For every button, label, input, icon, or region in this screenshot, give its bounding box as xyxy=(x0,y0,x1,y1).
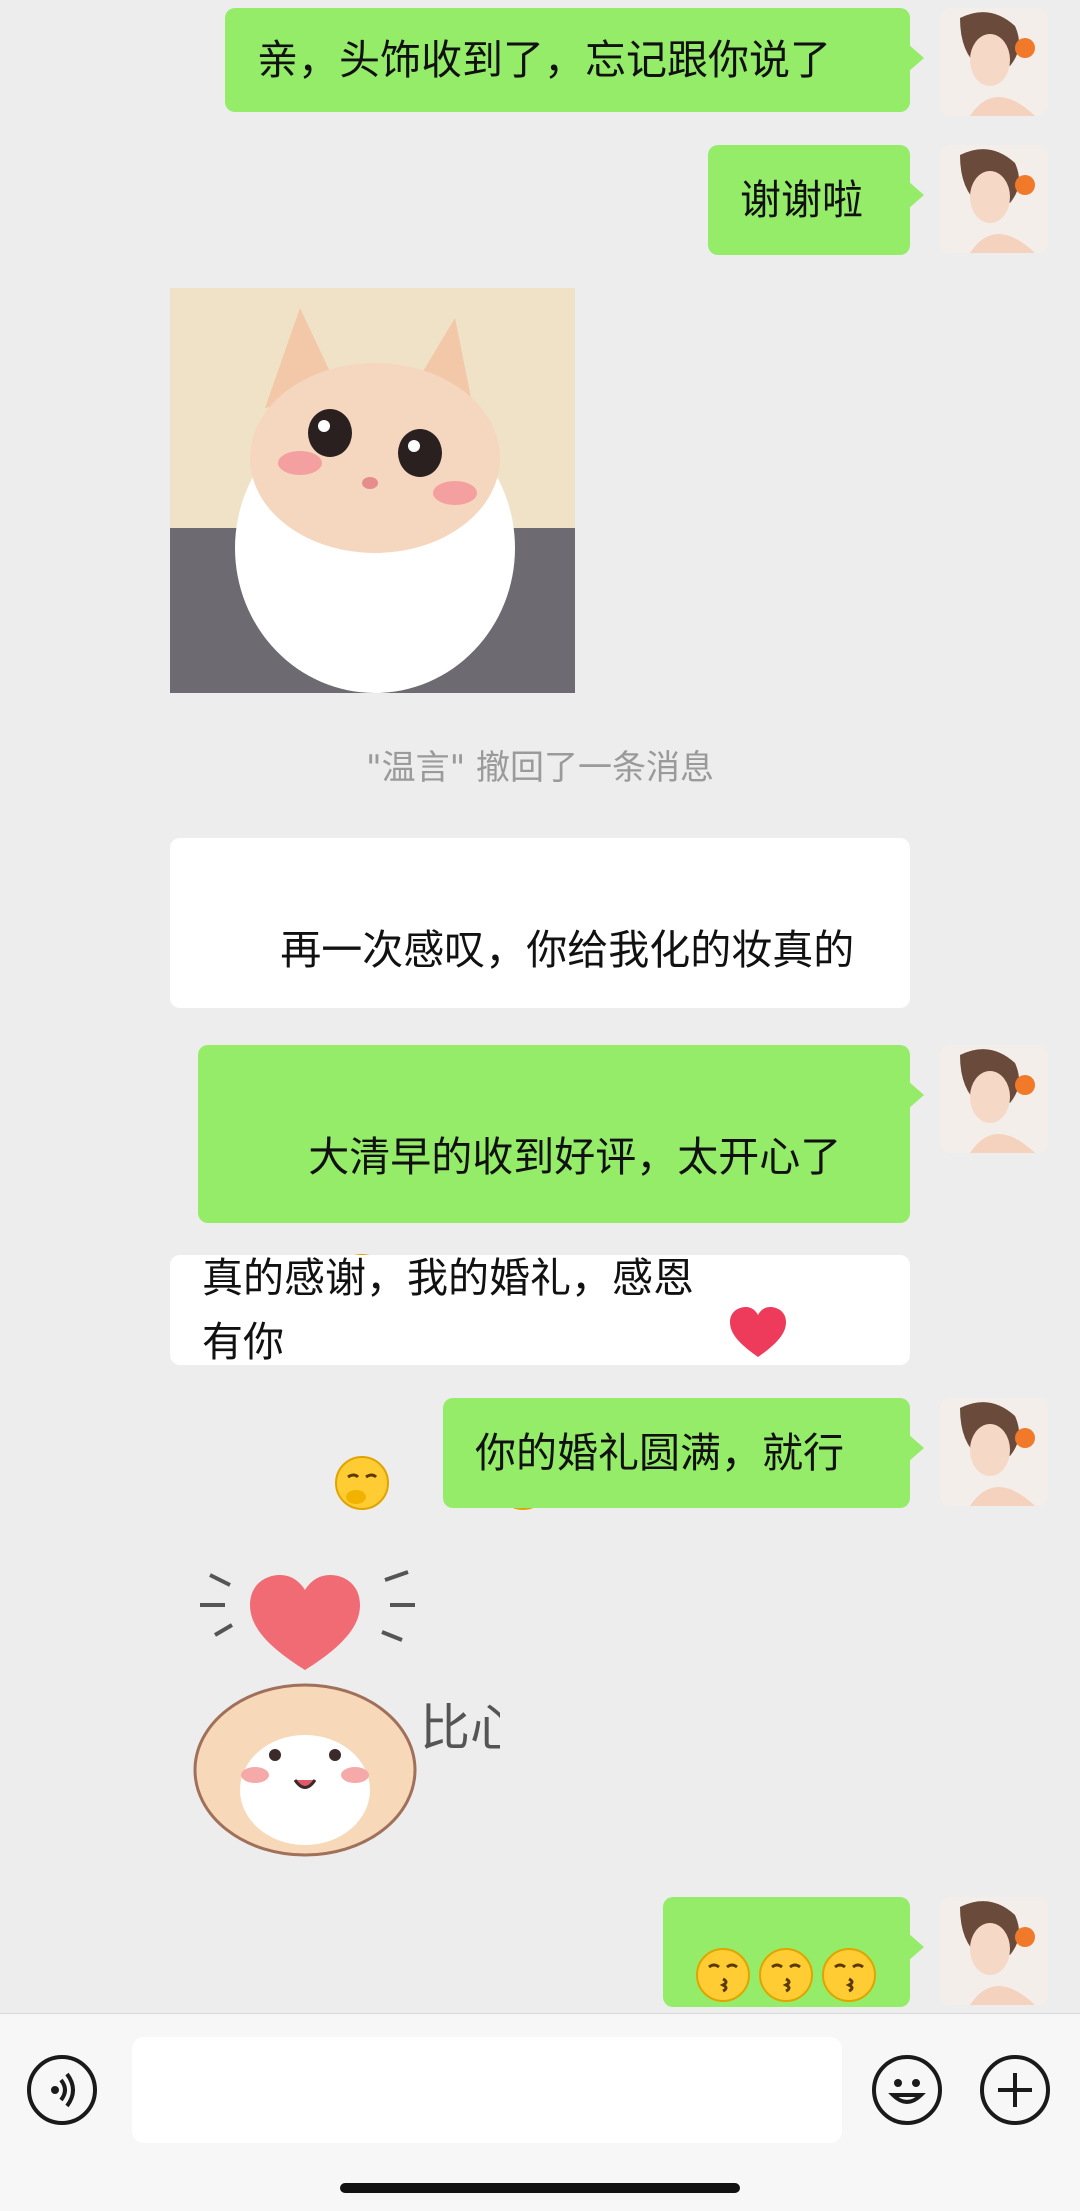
plus-button[interactable] xyxy=(980,2055,1050,2125)
avatar[interactable] xyxy=(940,1897,1048,2005)
bubble-right[interactable] xyxy=(663,1897,924,2007)
avatar[interactable] xyxy=(940,145,1048,253)
chat-area: 亲，头饰收到了，忘记跟你说了 谢谢啦 "温言" 撤回了一条消息 再一次感叹，你给… xyxy=(0,0,1080,2013)
voice-icon xyxy=(51,2072,75,2108)
emoji-button[interactable] xyxy=(872,2055,942,2125)
bubble-right[interactable]: 谢谢啦 xyxy=(708,145,924,255)
home-indicator[interactable] xyxy=(340,2183,740,2193)
composer-bar xyxy=(0,2013,1080,2211)
sticker-message[interactable]: 比心 xyxy=(170,1540,520,1870)
message-text: 亲，头饰收到了，忘记跟你说了 xyxy=(257,36,831,84)
message-text: 真的感谢，我的婚礼，感恩有你 xyxy=(202,1254,694,1366)
message-text: 大清早的收到好评，太开心了 xyxy=(308,1133,842,1181)
bubble-right[interactable]: 亲，头饰收到了，忘记跟你说了 xyxy=(225,8,924,112)
voice-button[interactable] xyxy=(27,2055,97,2125)
avatar[interactable] xyxy=(940,1398,1048,1506)
plus-icon xyxy=(998,2073,1032,2107)
recall-notice: "温言" 撤回了一条消息 xyxy=(365,748,715,788)
avatar[interactable] xyxy=(940,1045,1048,1153)
avatar[interactable] xyxy=(940,8,1048,116)
bubble-right[interactable]: 你的婚礼圆满，就行 xyxy=(443,1398,924,1508)
heart-cat-sticker: 比心 xyxy=(193,1570,520,1857)
message-text: 谢谢啦 xyxy=(740,176,863,224)
message-input[interactable] xyxy=(132,2037,842,2143)
sticker-text: 比心 xyxy=(420,1699,500,1757)
image-message[interactable] xyxy=(170,288,575,693)
bubble-left[interactable]: 真的感谢，我的婚礼，感恩有你 xyxy=(170,1254,910,1366)
emoji-icon xyxy=(888,2079,926,2104)
cat-image xyxy=(170,288,575,693)
message-text: 你的婚礼圆满，就行 xyxy=(475,1429,844,1477)
bubble-left[interactable]: 再一次感叹，你给我化的妆真的太好看了 xyxy=(170,838,910,1104)
